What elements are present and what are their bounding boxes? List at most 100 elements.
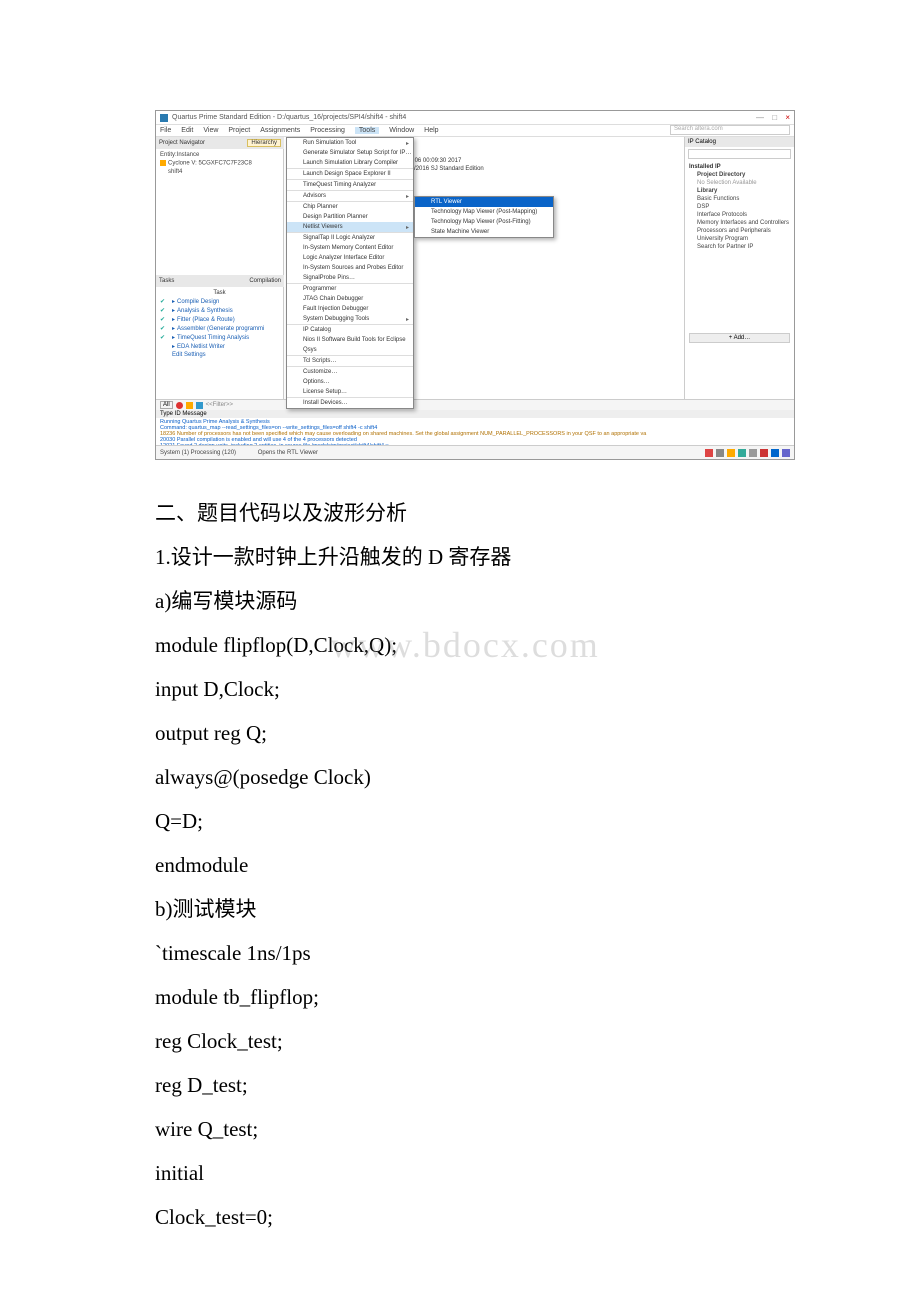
menuitem-qsys[interactable]: Qsys bbox=[287, 345, 413, 355]
window-title: Quartus Prime Standard Edition - D:/quar… bbox=[172, 114, 750, 121]
menuitem-launch-dse[interactable]: Launch Design Space Explorer II bbox=[287, 168, 413, 179]
menuitem-gen-sim-setup[interactable]: Generate Simulator Setup Script for IP… bbox=[287, 148, 413, 158]
menuitem-customize[interactable]: Customize… bbox=[287, 366, 413, 377]
project-navigator-header: Project Navigator Hierarchy bbox=[156, 137, 284, 149]
filter-box[interactable]: <<Filter>> bbox=[206, 402, 233, 408]
code-line: module flipflop(D,Clock,Q); www.bdocx.co… bbox=[155, 624, 775, 666]
menuitem-insys-sources[interactable]: In-System Sources and Probes Editor bbox=[287, 263, 413, 273]
section-heading: 二、题目代码以及波形分析 bbox=[155, 492, 775, 534]
window-titlebar: Quartus Prime Standard Edition - D:/quar… bbox=[156, 111, 794, 125]
menuitem-insys-mem[interactable]: In-System Memory Content Editor bbox=[287, 243, 413, 253]
status-tabs[interactable]: System (1) Processing (120) bbox=[160, 450, 236, 456]
tray-icon[interactable] bbox=[771, 449, 779, 457]
tray-icon[interactable] bbox=[749, 449, 757, 457]
info-filter-icon[interactable] bbox=[196, 402, 203, 409]
ip-add-button[interactable]: + Add… bbox=[689, 333, 790, 343]
menuitem-sys-debug[interactable]: System Debugging Tools▸ bbox=[287, 314, 413, 324]
ip-no-selection: No Selection Available bbox=[689, 179, 790, 187]
ip-university[interactable]: University Program bbox=[689, 235, 790, 243]
task-compile[interactable]: ▸Compile Design bbox=[160, 297, 279, 306]
menuitem-install-dev[interactable]: Install Devices… bbox=[287, 397, 413, 408]
menuitem-license[interactable]: License Setup… bbox=[287, 387, 413, 397]
menuitem-timequest[interactable]: TimeQuest Timing Analyzer bbox=[287, 179, 413, 190]
menuitem-jtag-chain[interactable]: JTAG Chain Debugger bbox=[287, 294, 413, 304]
maximize-button[interactable]: □ bbox=[772, 113, 777, 122]
hierarchy-tab[interactable]: Hierarchy bbox=[247, 139, 281, 147]
task-assembler[interactable]: ▸Assembler (Generate programmi bbox=[160, 324, 279, 333]
tray-icon[interactable] bbox=[716, 449, 724, 457]
menu-tools[interactable]: Tools bbox=[355, 127, 379, 134]
ip-installed[interactable]: Installed IP bbox=[689, 163, 790, 171]
task-edit-settings[interactable]: Edit Settings bbox=[160, 351, 279, 359]
ip-basic-functions[interactable]: Basic Functions bbox=[689, 195, 790, 203]
menu-processing[interactable]: Processing bbox=[310, 127, 345, 134]
menuitem-logic-analyzer[interactable]: Logic Analyzer Interface Editor bbox=[287, 253, 413, 263]
tray-icon[interactable] bbox=[727, 449, 735, 457]
submenu-rtl-viewer[interactable]: RTL Viewer bbox=[415, 197, 553, 207]
close-button[interactable]: × bbox=[785, 113, 790, 122]
filter-all[interactable]: All bbox=[160, 401, 173, 409]
tray-icon[interactable] bbox=[760, 449, 768, 457]
warning-filter-icon[interactable] bbox=[186, 402, 193, 409]
ip-memory-interfaces[interactable]: Memory Interfaces and Controllers bbox=[689, 219, 790, 227]
minimize-button[interactable]: — bbox=[756, 113, 764, 122]
task-timequest[interactable]: ▸TimeQuest Timing Analysis bbox=[160, 333, 279, 342]
menuitem-run-simulation[interactable]: Run Simulation Tool▸ bbox=[287, 138, 413, 148]
code-line: module tb_flipflop; bbox=[155, 976, 775, 1018]
menuitem-tcl[interactable]: Tcl Scripts… bbox=[287, 355, 413, 366]
menuitem-ip-catalog[interactable]: IP Catalog bbox=[287, 324, 413, 335]
tray-icon[interactable] bbox=[782, 449, 790, 457]
menuitem-netlist-viewers[interactable]: Netlist Viewers▸ bbox=[287, 222, 413, 232]
ip-interface-protocols[interactable]: Interface Protocols bbox=[689, 211, 790, 219]
subsection-heading: 1.设计一款时钟上升沿触发的 D 寄存器 bbox=[155, 536, 775, 578]
paragraph: a)编写模块源码 bbox=[155, 580, 775, 622]
ip-project-dir[interactable]: Project Directory bbox=[689, 171, 790, 179]
menuitem-programmer[interactable]: Programmer bbox=[287, 283, 413, 294]
menu-assignments[interactable]: Assignments bbox=[260, 127, 300, 134]
console-columns: Type ID Message bbox=[156, 410, 794, 418]
tray-icon[interactable] bbox=[705, 449, 713, 457]
error-filter-icon[interactable] bbox=[176, 402, 183, 409]
menu-window[interactable]: Window bbox=[389, 127, 414, 134]
ip-processors[interactable]: Processors and Peripherals bbox=[689, 227, 790, 235]
search-input[interactable]: Search altera.com bbox=[670, 125, 790, 135]
menuitem-advisors[interactable]: Advisors▸ bbox=[287, 190, 413, 201]
instance-node[interactable]: shift4 bbox=[160, 168, 279, 176]
menu-file[interactable]: File bbox=[160, 127, 171, 134]
ip-dsp[interactable]: DSP bbox=[689, 203, 790, 211]
menuitem-design-partition[interactable]: Design Partition Planner bbox=[287, 212, 413, 222]
menuitem-signalprobe[interactable]: SignalProbe Pins… bbox=[287, 273, 413, 283]
task-analysis[interactable]: ▸Analysis & Synthesis bbox=[160, 306, 279, 315]
menuitem-fault-inject[interactable]: Fault Injection Debugger bbox=[287, 304, 413, 314]
tray-icon[interactable] bbox=[738, 449, 746, 457]
task-fitter[interactable]: ▸Fitter (Place & Route) bbox=[160, 315, 279, 324]
entity-column: Entity:Instance bbox=[160, 151, 279, 159]
task-eda-netlist[interactable]: ▸EDA Netlist Writer bbox=[160, 342, 279, 351]
status-bar: System (1) Processing (120) Opens the RT… bbox=[156, 445, 794, 459]
device-node[interactable]: Cyclone V: 5CGXFC7C7F23C8 bbox=[160, 159, 279, 168]
menu-help[interactable]: Help bbox=[424, 127, 438, 134]
document-body: 二、题目代码以及波形分析 1.设计一款时钟上升沿触发的 D 寄存器 a)编写模块… bbox=[155, 480, 775, 1238]
submenu-tech-map-postmap[interactable]: Technology Map Viewer (Post-Mapping) bbox=[415, 207, 553, 217]
menuitem-chip-planner[interactable]: Chip Planner bbox=[287, 201, 413, 212]
code-line: reg D_test; bbox=[155, 1064, 775, 1106]
menuitem-options[interactable]: Options… bbox=[287, 377, 413, 387]
menu-edit[interactable]: Edit bbox=[181, 127, 193, 134]
menu-project[interactable]: Project bbox=[228, 127, 250, 134]
tasks-header: Tasks Compilation bbox=[156, 275, 284, 287]
code-line: Q=D; bbox=[155, 800, 775, 842]
submenu-state-machine[interactable]: State Machine Viewer bbox=[415, 227, 553, 237]
netlist-submenu: RTL Viewer Technology Map Viewer (Post-M… bbox=[414, 196, 554, 238]
ip-search-partner[interactable]: Search for Partner IP bbox=[689, 243, 790, 251]
ip-library[interactable]: Library bbox=[689, 187, 790, 195]
menuitem-nios2[interactable]: Nios II Software Build Tools for Eclipse bbox=[287, 335, 413, 345]
menuitem-launch-sim-lib[interactable]: Launch Simulation Library Compiler bbox=[287, 158, 413, 168]
ip-search-input[interactable] bbox=[688, 149, 791, 159]
submenu-tech-map-postfit[interactable]: Technology Map Viewer (Post-Fitting) bbox=[415, 217, 553, 227]
menu-view[interactable]: View bbox=[203, 127, 218, 134]
quartus-icon bbox=[160, 114, 168, 122]
menuitem-signaltap[interactable]: SignalTap II Logic Analyzer bbox=[287, 232, 413, 243]
system-tray bbox=[705, 449, 790, 457]
messages-console: All <<Filter>> Type ID Message Running Q… bbox=[156, 399, 794, 445]
code-line: Clock_test=0; bbox=[155, 1196, 775, 1238]
